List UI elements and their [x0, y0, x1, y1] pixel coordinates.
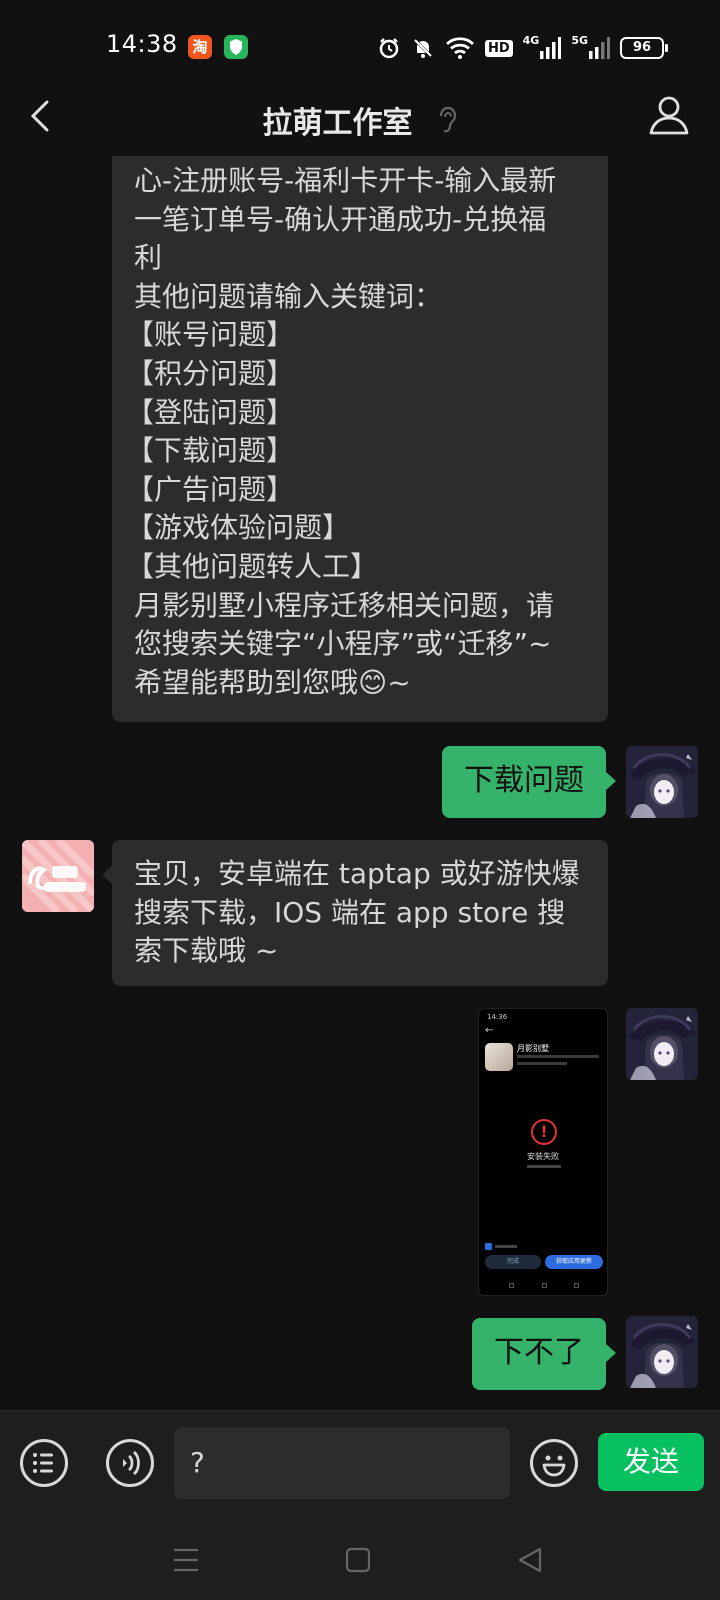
- message-text-line: 心-注册账号-福利卡开卡-输入最新: [134, 164, 557, 197]
- chat-title: 拉萌工作室: [262, 106, 413, 141]
- battery-indicator: 96: [620, 37, 668, 59]
- message-text: 下载问题: [464, 763, 584, 798]
- thumbnail-app-icon: [485, 1043, 513, 1071]
- message-bubble-incoming[interactable]: 宝贝，安卓端在 taptap 或好游快爆 搜索下载，IOS 端在 app sto…: [102, 840, 608, 986]
- message-text-line: 月影别墅小程序迁移相关问题，请: [134, 588, 555, 622]
- back-nav-button[interactable]: [512, 1544, 548, 1576]
- thumbnail-nav-bar: [509, 1283, 579, 1289]
- user-icon: [649, 96, 689, 135]
- security-notification-icon: [224, 35, 248, 59]
- user-avatar[interactable]: [626, 1008, 698, 1080]
- user-avatar[interactable]: [626, 746, 698, 818]
- triangle-back-icon: [518, 1547, 542, 1573]
- voice-input-button[interactable]: [106, 1439, 154, 1487]
- message-bubble-outgoing[interactable]: 下不了: [472, 1318, 616, 1390]
- message-text-line: 您搜索关键字“小程序”或“迁移”~: [134, 627, 552, 661]
- voice-icon: [123, 1450, 140, 1476]
- message-text-line: 利: [134, 241, 163, 275]
- message-text-line: 其他问题请输入关键词：: [134, 279, 443, 313]
- thumbnail-check-label: [495, 1245, 517, 1248]
- anime-avatar-image: [626, 1008, 698, 1080]
- install-failed-text: 安装失败: [527, 1152, 559, 1161]
- alarm-icon: [377, 35, 401, 61]
- net-5g-label: 5G: [571, 34, 588, 47]
- keyword-points: 【积分问题】: [126, 356, 295, 390]
- message-input[interactable]: ?: [174, 1427, 510, 1499]
- net-4g-label: 4G: [522, 34, 540, 47]
- thumbnail-checkbox: [485, 1243, 492, 1250]
- user-avatar[interactable]: [626, 1316, 698, 1388]
- chat-screen: 14:38 淘 HD 4G 5G 96 拉萌工作室 心-注册账号-福利卡开卡-输…: [0, 0, 720, 1600]
- mute-icon: [411, 35, 435, 61]
- keyword-game-experience: 【游戏体验问题】: [126, 511, 351, 545]
- thumbnail-app-name: 月影别墅: [517, 1044, 549, 1053]
- chat-info-button[interactable]: [648, 94, 690, 136]
- thumbnail-status-bar: 14:36: [487, 1013, 508, 1021]
- thumbnail-sub-line: [527, 1165, 561, 1168]
- thumbnail-done-button: 完成: [485, 1255, 541, 1269]
- keyword-login: 【登陆问题】: [126, 395, 295, 429]
- wifi-icon: [445, 35, 475, 61]
- image-message[interactable]: 14:36 ← 月影别墅 ! 安装失败 完成 获取应用更新: [478, 1008, 608, 1296]
- taobao-notification-icon: 淘: [188, 35, 212, 59]
- menu-button[interactable]: [20, 1439, 68, 1487]
- message-input-bar: ? 发送: [0, 1410, 720, 1522]
- anime-avatar-image: [626, 1316, 698, 1388]
- status-icons: HD 4G 5G 96: [377, 34, 668, 62]
- message-text-line: 搜索下载，IOS 端在 app store 搜: [134, 895, 566, 929]
- signal-5g-icon: 5G: [571, 35, 610, 61]
- home-button[interactable]: [340, 1544, 376, 1576]
- chat-header: 拉萌工作室: [0, 80, 720, 156]
- keyword-account: 【账号问题】: [126, 318, 295, 352]
- message-text-line: 希望能帮助到您哦😊~: [134, 665, 411, 699]
- keyword-download: 【下载问题】: [126, 434, 295, 468]
- thumbnail-meta-line: [517, 1062, 567, 1065]
- message-text-line: 宝贝，安卓端在 taptap 或好游快爆: [134, 857, 580, 890]
- keyword-human-agent: 【其他问题转人工】: [126, 549, 379, 583]
- recents-button[interactable]: [168, 1544, 204, 1576]
- message-text-line: 一笔订单号-确认开通成功-兑换福: [134, 202, 547, 236]
- hd-icon: HD: [484, 35, 513, 61]
- message-text: 下不了: [494, 1335, 584, 1370]
- menu-lines-icon: [174, 1548, 198, 1572]
- system-nav-bar: [0, 1522, 720, 1600]
- anime-avatar-image: [626, 746, 698, 818]
- send-button[interactable]: 发送: [598, 1433, 704, 1491]
- bot-avatar[interactable]: [22, 840, 94, 912]
- ear-icon: [436, 106, 458, 134]
- square-icon: [345, 1547, 371, 1573]
- hd-badge: HD: [484, 39, 513, 57]
- keyword-ads: 【广告问题】: [126, 472, 295, 506]
- thumbnail-retry-button: 获取应用更新: [545, 1255, 603, 1269]
- message-bubble-outgoing[interactable]: 下载问题: [442, 746, 616, 818]
- error-icon: !: [531, 1119, 557, 1145]
- message-bubble-incoming[interactable]: 心-注册账号-福利卡开卡-输入最新 一笔订单号-确认开通成功-兑换福 利 其他问…: [112, 156, 608, 722]
- emoji-button[interactable]: [530, 1439, 578, 1487]
- thumbnail-back-icon: ←: [485, 1025, 494, 1036]
- status-time: 14:38: [106, 30, 178, 58]
- message-text-line: 索下载哦 ~: [134, 934, 279, 968]
- thumbnail-meta-line: [517, 1055, 599, 1058]
- list-menu-icon: [33, 1453, 53, 1473]
- smiley-icon: [542, 1455, 566, 1477]
- lameng-logo-icon: [22, 840, 94, 912]
- message-list[interactable]: 心-注册账号-福利卡开卡-输入最新 一笔订单号-确认开通成功-兑换福 利 其他问…: [0, 156, 720, 1410]
- signal-4g-icon: 4G: [523, 35, 562, 61]
- header-title-wrap: 拉萌工作室: [0, 98, 720, 142]
